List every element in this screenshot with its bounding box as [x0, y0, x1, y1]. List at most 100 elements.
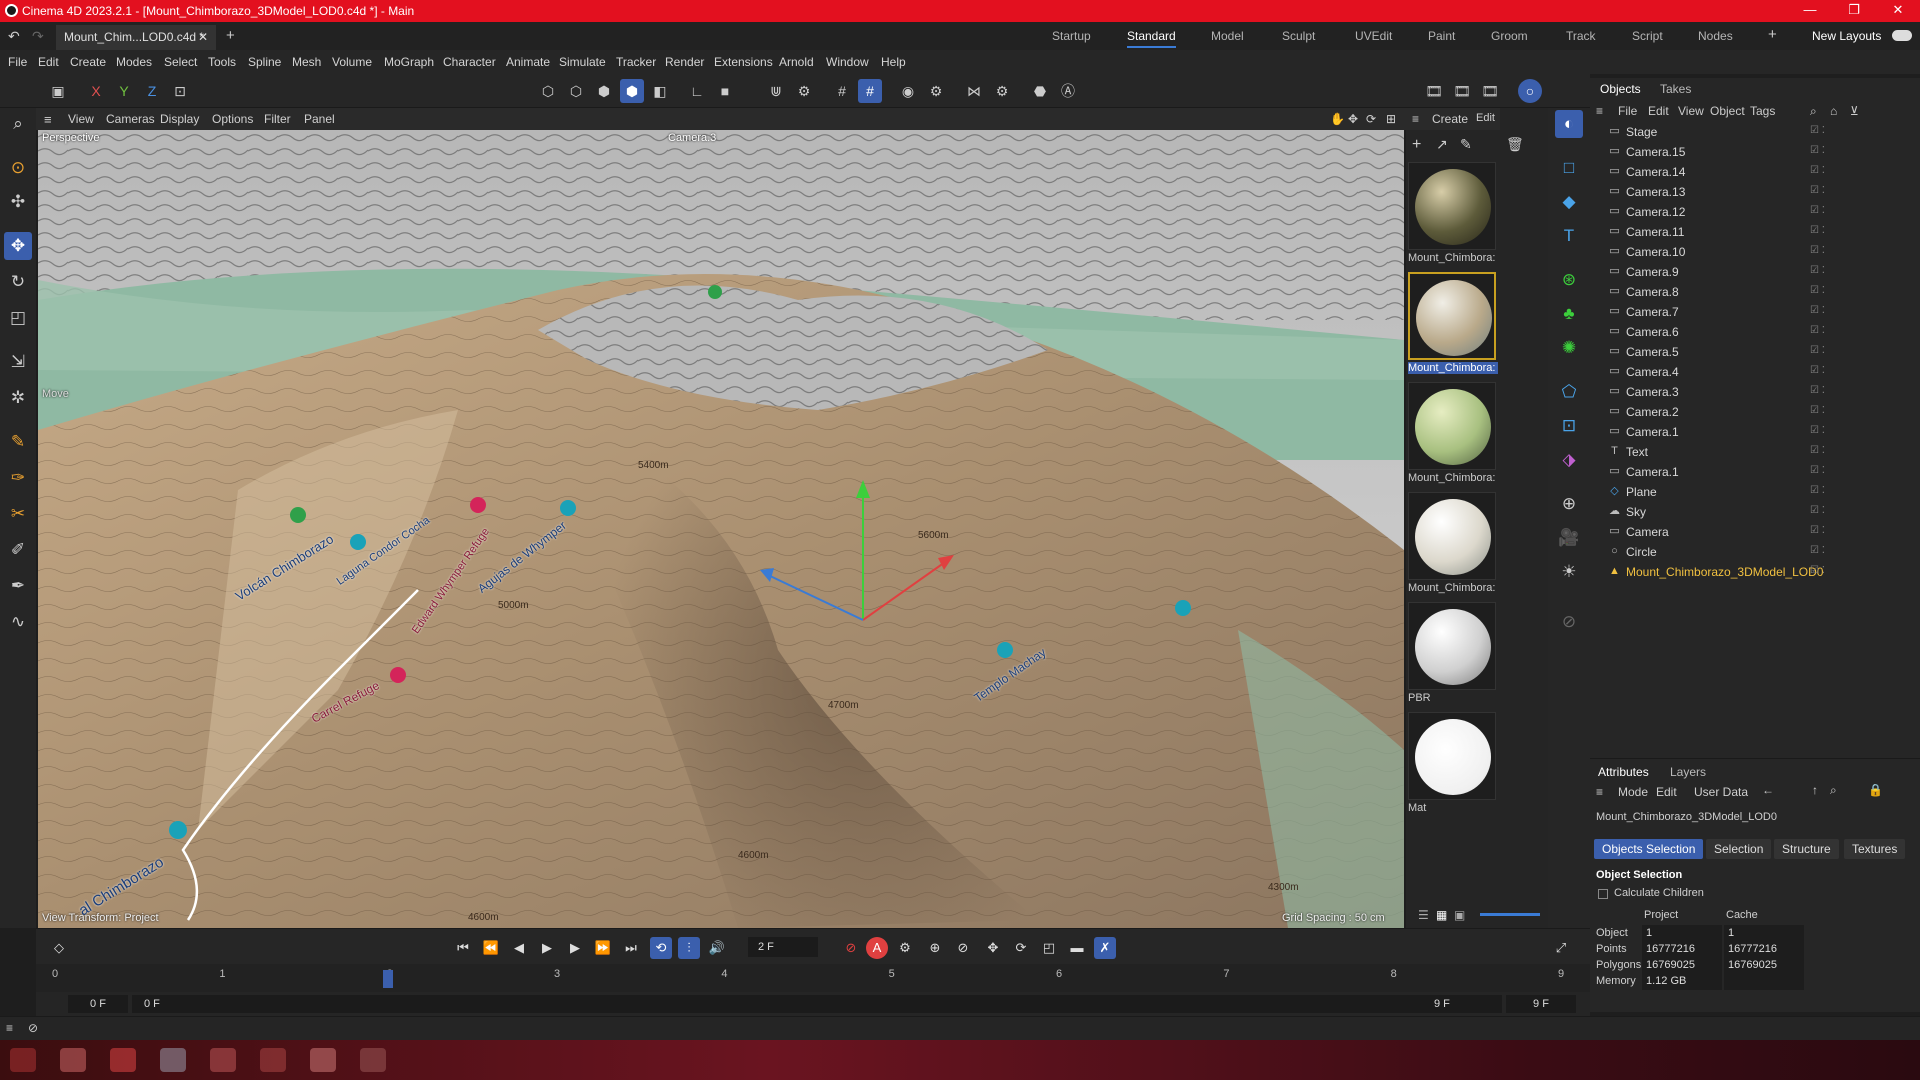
menu-simulate[interactable]: Simulate: [559, 55, 606, 69]
redo-icon[interactable]: ↷: [32, 28, 44, 45]
attr-tab-textures[interactable]: Textures: [1844, 839, 1906, 859]
large-view-icon[interactable]: ▣: [1454, 908, 1465, 922]
effector-icon[interactable]: ✺: [1555, 334, 1583, 362]
visibility-flags-icon[interactable]: ☑ ⁚: [1810, 145, 1850, 159]
menu-tracker[interactable]: Tracker: [616, 55, 656, 69]
menu-edit[interactable]: Edit: [38, 55, 59, 69]
camera-object-icon[interactable]: 🎥: [1555, 524, 1583, 552]
layout-tab-paint[interactable]: Paint: [1428, 29, 1455, 43]
menu-render[interactable]: Render: [665, 55, 704, 69]
taskbar-app-icon[interactable]: [110, 1048, 136, 1072]
render-to-picture-icon[interactable]: 🎞: [1478, 79, 1502, 103]
coordinate-system-icon[interactable]: ⊡: [168, 79, 192, 103]
menu-modes[interactable]: Modes: [116, 55, 152, 69]
object-row[interactable]: ◇ Plane ☑ ⁚: [1590, 482, 1920, 502]
keyframe-settings-icon[interactable]: ⚙: [894, 937, 916, 959]
menu-animate[interactable]: Animate: [506, 55, 550, 69]
next-key-icon[interactable]: ⏩: [592, 937, 614, 959]
next-frame-icon[interactable]: ▶: [564, 937, 586, 959]
search-icon[interactable]: ⌕: [4, 110, 32, 138]
layout-tab-sculpt[interactable]: Sculpt: [1282, 29, 1315, 43]
menu-tools[interactable]: Tools: [208, 55, 236, 69]
layout-tab-startup[interactable]: Startup: [1052, 29, 1091, 43]
material-item[interactable]: Mount_Chimbora:: [1408, 492, 1498, 594]
menu-volume[interactable]: Volume: [332, 55, 372, 69]
object-row[interactable]: ▭ Camera.12 ☑ ⁚: [1590, 202, 1920, 222]
close-button[interactable]: ✕: [1876, 2, 1920, 18]
axis-x-toggle[interactable]: X: [84, 79, 108, 103]
visibility-flags-icon[interactable]: ☑ ⁚: [1810, 305, 1850, 319]
object-row[interactable]: ▭ Stage ☑ ⁚: [1590, 122, 1920, 142]
motion-system-icon[interactable]: ⊕: [924, 937, 946, 959]
deformer-icon[interactable]: ⬠: [1555, 378, 1583, 406]
playhead[interactable]: [382, 970, 393, 988]
scale-key-icon[interactable]: ◰: [1038, 937, 1060, 959]
polygons-mode-icon[interactable]: ⬢: [592, 79, 616, 103]
thumbnail-size-slider[interactable]: [1480, 913, 1540, 916]
point-level-icon[interactable]: ✗: [1094, 937, 1116, 959]
attr-menu-edit[interactable]: Edit: [1656, 785, 1677, 799]
material-item[interactable]: PBR: [1408, 602, 1498, 704]
visibility-flags-icon[interactable]: ☑ ⁚: [1810, 445, 1850, 459]
layout-tab-script[interactable]: Script: [1632, 29, 1663, 43]
rotate-view-icon[interactable]: ⟳: [1366, 112, 1376, 126]
axis-mode-icon[interactable]: ∟: [685, 79, 709, 103]
loop-icon[interactable]: ⟲: [650, 937, 672, 959]
primitive-cube-icon[interactable]: ◆: [1555, 188, 1583, 216]
prev-key-icon[interactable]: ⏪: [480, 937, 502, 959]
object-menu-object[interactable]: Object: [1710, 104, 1745, 118]
material-item[interactable]: Mat: [1408, 712, 1498, 814]
render-view-icon[interactable]: ◉: [896, 79, 920, 103]
layout-tab-groom[interactable]: Groom: [1491, 29, 1528, 43]
snap-settings-icon[interactable]: ⚙: [792, 79, 816, 103]
position-key-icon[interactable]: ✥: [982, 937, 1004, 959]
autokey-icon[interactable]: A: [866, 937, 888, 959]
cube-object-icon[interactable]: □: [1555, 154, 1583, 182]
grid-view-icon[interactable]: ▦: [1436, 908, 1447, 922]
maximize-view-icon[interactable]: ⊞: [1386, 112, 1396, 126]
workplane-snap-icon[interactable]: #: [858, 79, 882, 103]
tab-attributes[interactable]: Attributes: [1598, 765, 1649, 779]
visibility-flags-icon[interactable]: ☑ ⁚: [1810, 425, 1850, 439]
object-hamburger-icon[interactable]: ≡: [1596, 104, 1603, 118]
attr-tab-structure[interactable]: Structure: [1774, 839, 1839, 859]
visibility-flags-icon[interactable]: ☑ ⁚: [1810, 205, 1850, 219]
visibility-flags-icon[interactable]: ☑ ⁚: [1810, 245, 1850, 259]
visibility-flags-icon[interactable]: ☑ ⁚: [1810, 505, 1850, 519]
link-material-icon[interactable]: ↗: [1436, 136, 1448, 153]
material-menu-edit[interactable]: Edit: [1476, 112, 1495, 124]
object-filter-icon[interactable]: ⊻: [1850, 104, 1859, 118]
taskbar-app-icon[interactable]: [160, 1048, 186, 1072]
object-row[interactable]: ▭ Camera.15 ☑ ⁚: [1590, 142, 1920, 162]
keyframe-icon[interactable]: ◇: [48, 937, 70, 959]
object-row[interactable]: T Text ☑ ⁚: [1590, 442, 1920, 462]
points-mode-icon[interactable]: ⬡: [536, 79, 560, 103]
menu-help[interactable]: Help: [881, 55, 906, 69]
attr-tab-objects-selection[interactable]: Objects Selection: [1594, 839, 1704, 859]
object-row[interactable]: ▭ Camera.4 ☑ ⁚: [1590, 362, 1920, 382]
edit-material-icon[interactable]: ✎: [1460, 136, 1472, 153]
visibility-flags-icon[interactable]: ☑ ⁚: [1810, 405, 1850, 419]
environment-icon[interactable]: ⊕: [1555, 490, 1583, 518]
new-layouts-toggle[interactable]: [1892, 30, 1912, 41]
maximize-button[interactable]: ❐: [1832, 2, 1876, 18]
viewport-menu-view[interactable]: View: [68, 112, 94, 126]
taskbar-app-icon[interactable]: [260, 1048, 286, 1072]
rotation-key-icon[interactable]: ⟳: [1010, 937, 1032, 959]
material-hamburger-icon[interactable]: ≡: [1412, 112, 1419, 126]
object-menu-file[interactable]: File: [1618, 104, 1637, 118]
add-layout-icon[interactable]: +: [1768, 26, 1777, 43]
smooth-tool-icon[interactable]: ∿: [4, 608, 32, 636]
3d-viewport[interactable]: Perspective Camera.3 Move Volcán Chimbor…: [38, 130, 1404, 928]
go-to-end-icon[interactable]: ⏭: [620, 937, 642, 959]
tweak-mode-icon[interactable]: ■: [713, 79, 737, 103]
brush-tool-icon[interactable]: ✐: [4, 536, 32, 564]
visibility-flags-icon[interactable]: ☑ ⁚: [1810, 125, 1850, 139]
object-menu-edit[interactable]: Edit: [1648, 104, 1669, 118]
sculpt-brush-icon[interactable]: ✒: [4, 572, 32, 600]
move-view-icon[interactable]: ✥: [1348, 112, 1358, 126]
visibility-flags-icon[interactable]: ☑ ⁚: [1810, 285, 1850, 299]
command-palette-icon[interactable]: ▣: [46, 79, 70, 103]
prev-frame-icon[interactable]: ◀: [508, 937, 530, 959]
object-row[interactable]: ▭ Camera.11 ☑ ⁚: [1590, 222, 1920, 242]
